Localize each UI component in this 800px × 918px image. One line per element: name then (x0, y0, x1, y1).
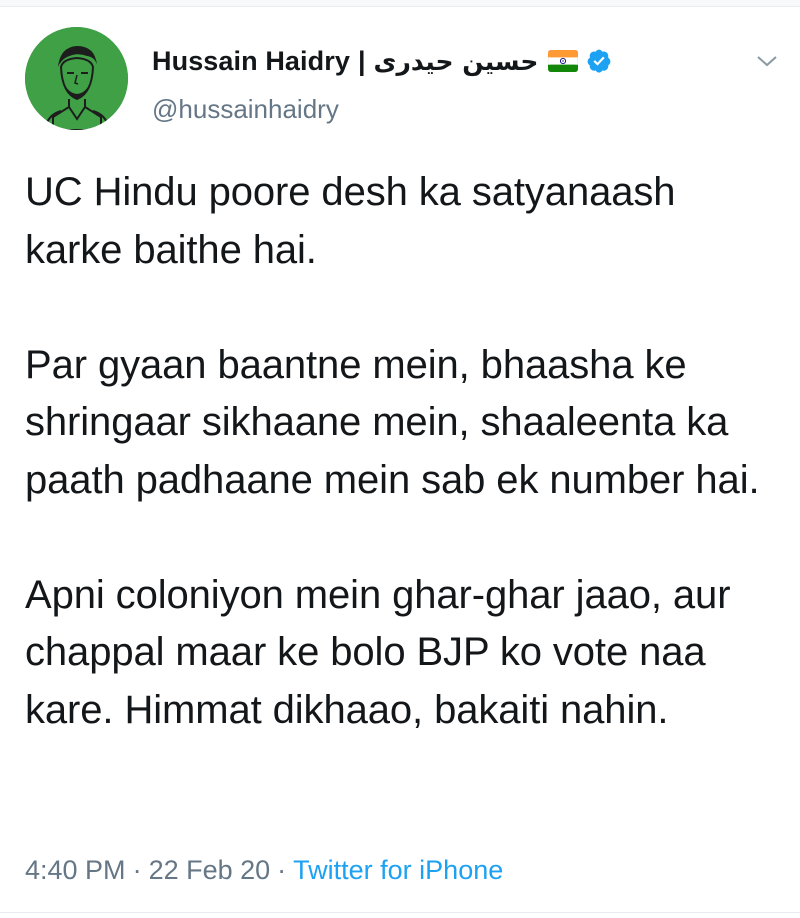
tweet-paragraph: Apni coloniyon mein ghar-ghar jaao, aur … (25, 572, 731, 732)
author-name-row[interactable]: Hussain Haidry | حسین حیدری (152, 44, 612, 78)
tweet-time[interactable]: 4:40 PM (25, 855, 126, 885)
author-handle[interactable]: @hussainhaidry (152, 94, 339, 125)
meta-separator: · (132, 855, 142, 885)
meta-separator: · (277, 855, 287, 885)
tweet-text: UC Hindu poore desh ka satyanaash karke … (25, 164, 775, 739)
avatar[interactable] (25, 27, 128, 130)
tweet-source-link[interactable]: Twitter for iPhone (293, 855, 503, 885)
tweet-date[interactable]: 22 Feb 20 (149, 855, 271, 885)
chevron-down-icon[interactable] (752, 46, 782, 76)
india-flag-icon (547, 49, 579, 73)
tweet-card: Hussain Haidry | حسین حیدری @hussainhaid… (0, 0, 800, 918)
verified-badge-icon (586, 48, 612, 74)
tweet-paragraph: UC Hindu poore desh ka satyanaash karke … (25, 170, 676, 272)
tweet-metadata: 4:40 PM · 22 Feb 20 · Twitter for iPhone (25, 855, 503, 886)
avatar-illustration (25, 27, 128, 130)
bottom-divider (0, 912, 800, 913)
name-separator: | (357, 45, 366, 76)
tweet-paragraph: Par gyaan baantne mein, bhaasha ke shrin… (25, 342, 760, 502)
display-name-urdu[interactable]: حسین حیدری (374, 47, 539, 76)
display-name[interactable]: Hussain Haidry (152, 46, 350, 77)
